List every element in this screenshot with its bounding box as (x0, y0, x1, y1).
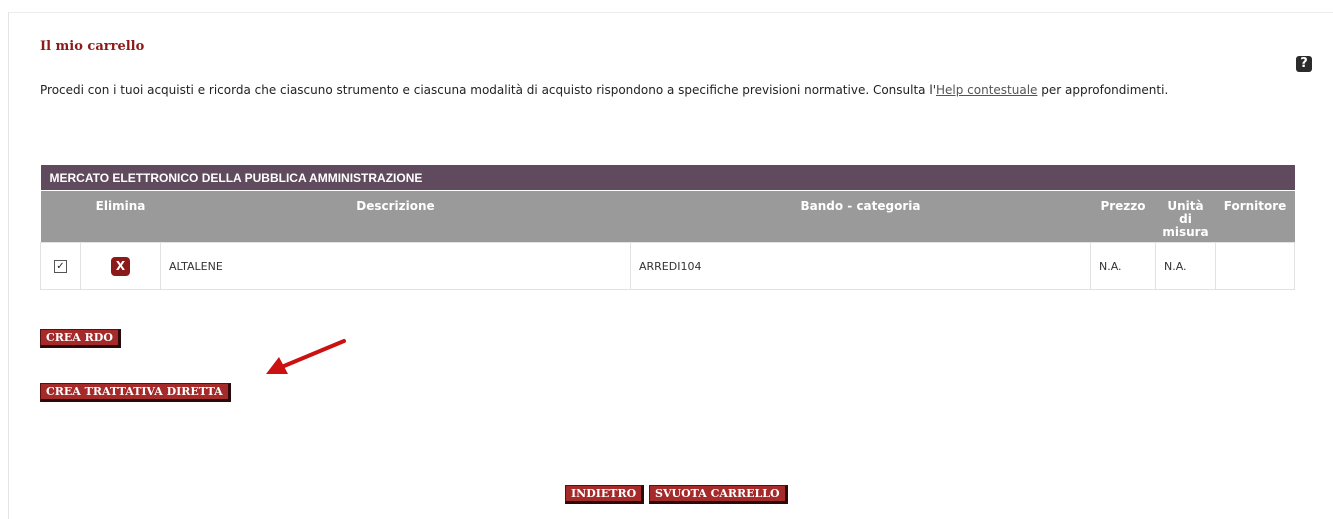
unita-line-3: misura (1162, 225, 1209, 239)
column-header-row: Elimina Descrizione Bando - categoria Pr… (40, 190, 1295, 243)
crea-trattativa-diretta-button[interactable]: CREA TRATTATIVA DIRETTA (40, 383, 231, 402)
row-delete-cell: X (80, 242, 161, 290)
column-header-select (40, 190, 81, 243)
row-select-cell: ✓ (40, 242, 81, 290)
crea-rdo-button[interactable]: CREA RDO (40, 329, 121, 348)
intro-text-after: per approfondimenti. (1037, 83, 1169, 97)
section-title: MERCATO ELETTRONICO DELLA PUBBLICA AMMIN… (40, 165, 1295, 191)
help-icon[interactable]: ? (1296, 56, 1312, 72)
column-header-fornitore: Fornitore (1215, 190, 1295, 243)
column-header-bando: Bando - categoria (630, 190, 1091, 243)
delete-icon[interactable]: X (111, 256, 130, 276)
checkbox-icon[interactable]: ✓ (54, 259, 67, 273)
intro-text: Procedi con i tuoi acquisti e ricorda ch… (40, 83, 1168, 97)
indietro-button[interactable]: INDIETRO (565, 485, 645, 504)
section-header-row: MERCATO ELETTRONICO DELLA PUBBLICA AMMIN… (40, 165, 1295, 191)
cart-table: MERCATO ELETTRONICO DELLA PUBBLICA AMMIN… (40, 165, 1296, 290)
cell-prezzo: N.A. (1090, 242, 1156, 290)
column-header-prezzo: Prezzo (1090, 190, 1156, 243)
column-header-descrizione: Descrizione (160, 190, 631, 243)
svuota-carrello-button[interactable]: SVUOTA CARRELLO (649, 485, 788, 504)
column-header-unita: Unità di misura (1155, 190, 1216, 243)
cell-descrizione: ALTALENE (160, 242, 631, 290)
column-header-elimina: Elimina (80, 190, 161, 243)
unita-line-1: Unità (1167, 199, 1204, 213)
cell-fornitore (1214, 242, 1296, 290)
cell-unita: N.A. (1155, 242, 1216, 290)
red-arrow-annotation (266, 339, 346, 374)
unita-line-2: di (1179, 212, 1192, 226)
page-title: Il mio carrello (40, 39, 145, 54)
cell-bando: ARREDI104 (630, 242, 1091, 290)
intro-text-before: Procedi con i tuoi acquisti e ricorda ch… (40, 83, 936, 97)
help-contestuale-link[interactable]: Help contestuale (936, 83, 1037, 97)
table-row: ✓ X ALTALENE ARREDI104 N.A. N.A. (40, 242, 1296, 290)
